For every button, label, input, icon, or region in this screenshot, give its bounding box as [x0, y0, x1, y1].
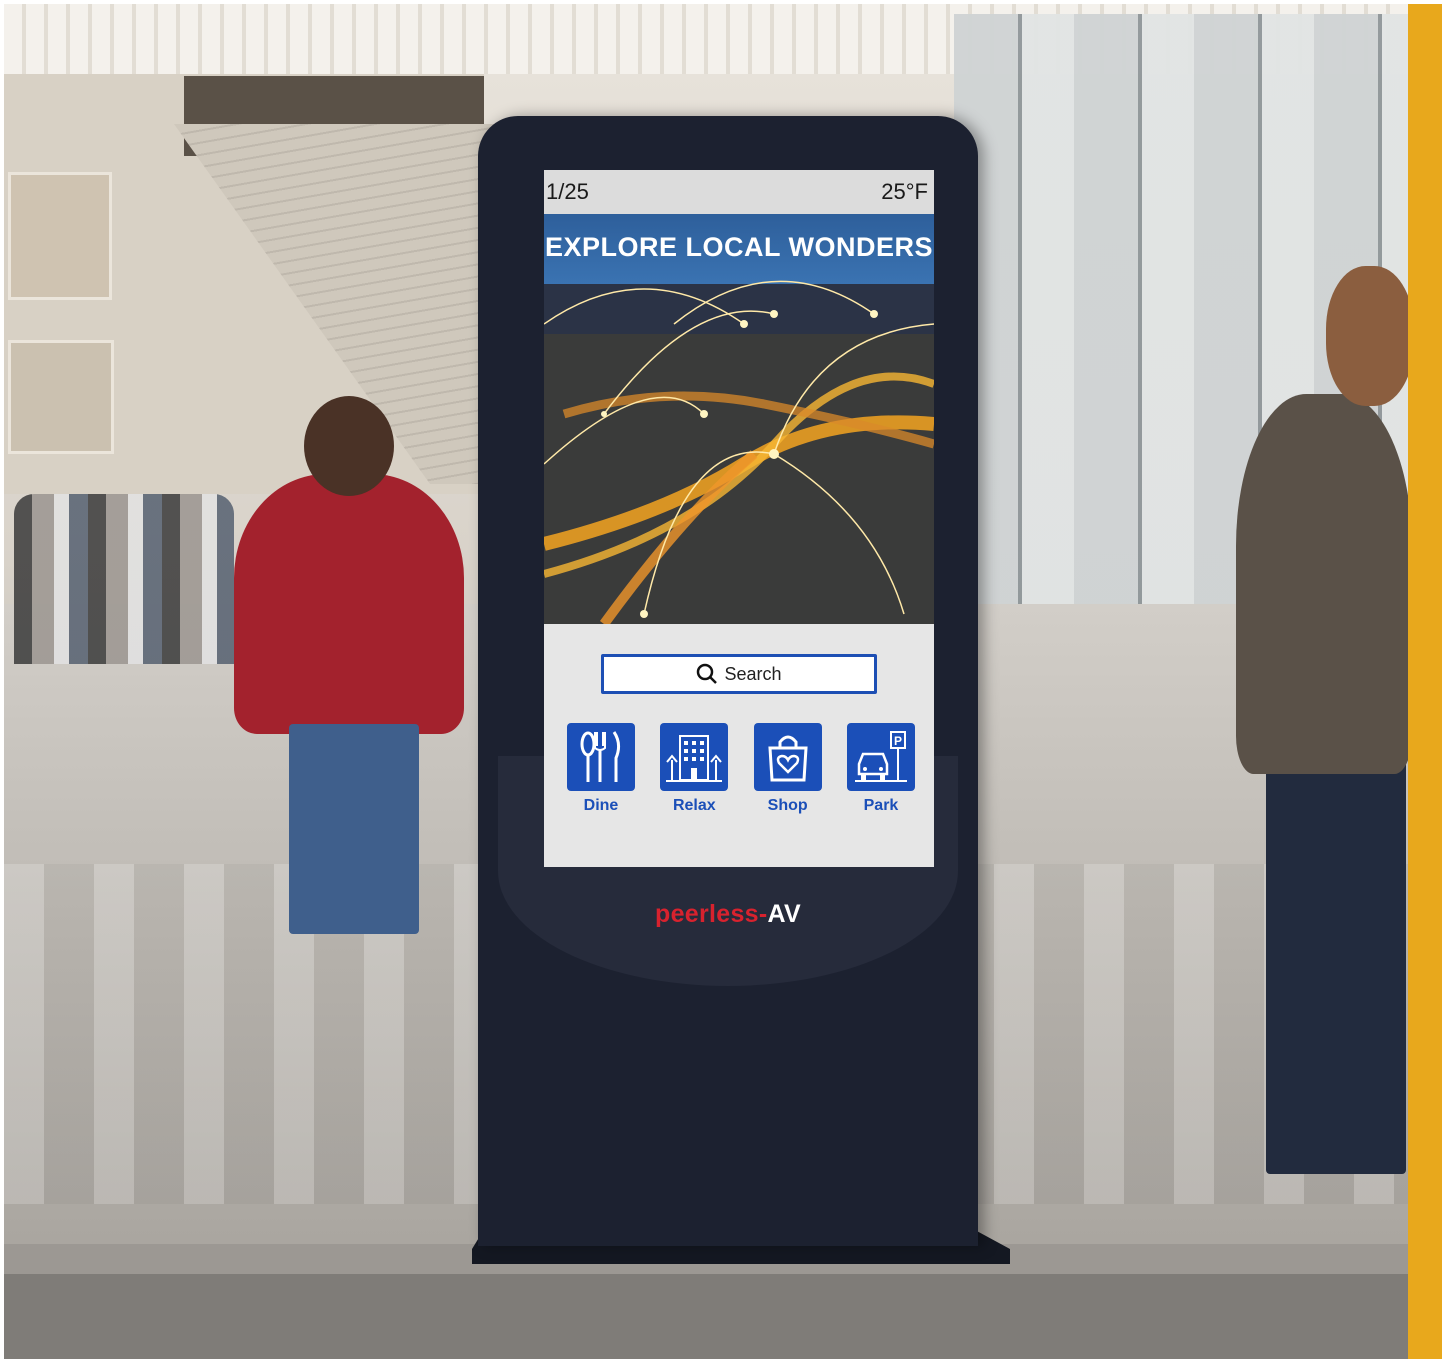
search-icon — [697, 663, 718, 684]
hotel-icon — [660, 723, 729, 791]
person-head — [1326, 266, 1408, 406]
fork-knife-icon — [567, 723, 635, 791]
wall-artwork — [8, 172, 112, 300]
category-tiles: Dine Relax Shop P Park — [566, 723, 916, 815]
tile-shop[interactable]: Shop — [753, 723, 823, 815]
page-indicator: 1/25 — [546, 179, 589, 204]
wall-artwork — [8, 340, 114, 454]
kiosk-screen: 1/25 25°F EXPLORE LOCAL WONDERS Search D… — [544, 170, 934, 867]
person-red-jacket — [234, 474, 464, 734]
tile-label: Dine — [583, 797, 619, 814]
floor-step — [4, 1274, 1408, 1359]
hero-title: EXPLORE LOCAL WONDERS — [544, 232, 934, 262]
brand-logo: peerless-AV — [478, 900, 978, 929]
status-bar: 1/25 25°F — [544, 170, 934, 214]
brand-suffix: AV — [767, 900, 801, 928]
search-input[interactable]: Search — [601, 654, 877, 694]
tile-relax[interactable]: Relax — [659, 723, 729, 815]
tile-park[interactable]: P Park — [846, 723, 916, 815]
person-jeans — [289, 724, 419, 934]
parking-car-icon: P — [846, 723, 915, 791]
city-network-image — [544, 280, 934, 624]
brand-name: peerless- — [655, 900, 768, 928]
person-brown-jacket — [1236, 394, 1408, 774]
search-label: Search — [724, 663, 782, 684]
person-trousers — [1266, 754, 1406, 1174]
shopping-bag-icon — [753, 723, 822, 791]
person-head — [304, 396, 394, 496]
temperature: 25°F — [881, 179, 928, 204]
svg-text:P: P — [894, 734, 902, 748]
accent-bar — [1408, 4, 1442, 1359]
hero-banner: EXPLORE LOCAL WONDERS — [544, 214, 934, 624]
tile-label: Shop — [767, 797, 808, 814]
tile-label: Relax — [672, 797, 716, 814]
tile-dine[interactable]: Dine — [566, 723, 636, 815]
tile-label: Park — [863, 797, 899, 814]
crowd — [14, 494, 234, 664]
